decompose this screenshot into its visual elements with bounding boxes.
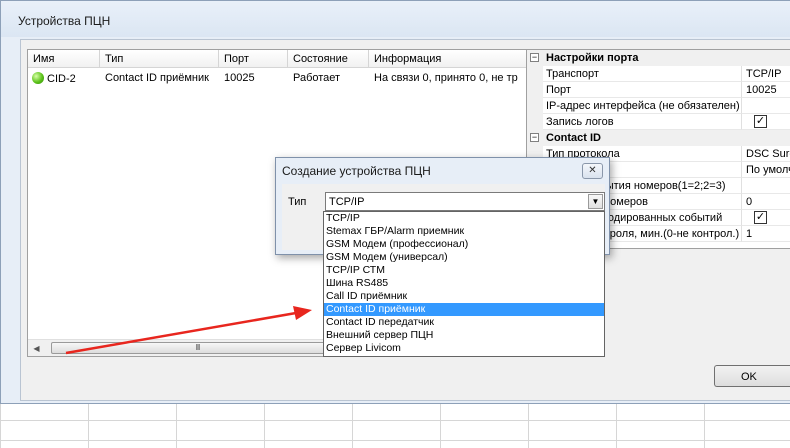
property-value[interactable]: DSC Sur-g bbox=[742, 146, 790, 162]
column-header-port[interactable]: Порт bbox=[219, 50, 288, 68]
column-header-name[interactable]: Имя bbox=[28, 50, 100, 68]
type-dropdown-list[interactable]: TCP/IP Stemax ГБР/Alarm приемник GSM Мод… bbox=[323, 211, 605, 357]
property-value: ✓ bbox=[742, 210, 790, 226]
log-checkbox[interactable]: ✓ bbox=[754, 115, 767, 128]
property-name: Порт bbox=[543, 82, 742, 98]
property-value[interactable] bbox=[742, 178, 790, 194]
cell-port: 10025 bbox=[224, 72, 255, 84]
column-header-type[interactable]: Тип bbox=[100, 50, 219, 68]
property-name: IP-адрес интерфейса (не обязателен) bbox=[543, 98, 742, 114]
category-title: Contact ID bbox=[543, 130, 790, 146]
property-row[interactable]: Транспорт TCP/IP bbox=[527, 66, 790, 82]
chevron-down-icon[interactable]: ▼ bbox=[588, 194, 603, 209]
cell-info: На связи 0, принято 0, не тр bbox=[374, 72, 518, 84]
property-row[interactable]: Порт 10025 bbox=[527, 82, 790, 98]
dropdown-item-contact-id-transmitter[interactable]: Contact ID передатчик bbox=[324, 316, 604, 329]
dropdown-item-contact-id-receiver[interactable]: Contact ID приёмник bbox=[324, 303, 604, 316]
property-value[interactable]: 0 bbox=[742, 194, 790, 210]
dropdown-item-livicom[interactable]: Сервер Livicom bbox=[324, 342, 604, 355]
dropdown-item-gsm-universal[interactable]: GSM Модем (универсал) bbox=[324, 251, 604, 264]
cell-type: Contact ID приёмник bbox=[105, 72, 209, 84]
property-value[interactable] bbox=[742, 98, 790, 114]
property-value: ✓ bbox=[742, 114, 790, 130]
category-port-settings[interactable]: − Настройки порта bbox=[527, 50, 790, 66]
dropdown-item-stemax[interactable]: Stemax ГБР/Alarm приемник bbox=[324, 225, 604, 238]
close-icon[interactable]: ✕ bbox=[582, 163, 603, 179]
property-name: Запись логов bbox=[543, 114, 742, 130]
status-ok-icon bbox=[32, 72, 44, 84]
scroll-left-icon[interactable]: ◀ bbox=[28, 340, 45, 356]
device-name: CID-2 bbox=[47, 73, 76, 85]
dialog-title: Создание устройства ПЦН bbox=[282, 164, 431, 178]
collapse-icon[interactable]: − bbox=[530, 133, 539, 142]
dropdown-item-tcpip-stm[interactable]: TCP/IP СТМ bbox=[324, 264, 604, 277]
property-value[interactable]: 10025 bbox=[742, 82, 790, 98]
category-contact-id[interactable]: − Contact ID bbox=[527, 130, 790, 146]
decoded-events-checkbox[interactable]: ✓ bbox=[754, 211, 767, 224]
type-select[interactable]: TCP/IP ▼ bbox=[325, 192, 605, 211]
dropdown-item-call-id[interactable]: Call ID приёмник bbox=[324, 290, 604, 303]
property-row[interactable]: Запись логов ✓ bbox=[527, 114, 790, 130]
type-label: Тип bbox=[288, 196, 307, 208]
type-select-value: TCP/IP bbox=[329, 196, 365, 208]
dropdown-item-rs485[interactable]: Шина RS485 bbox=[324, 277, 604, 290]
property-value[interactable]: TCP/IP bbox=[742, 66, 790, 82]
property-value[interactable]: По умолч bbox=[742, 162, 790, 178]
column-header-state[interactable]: Состояние bbox=[288, 50, 369, 68]
property-value[interactable]: 1 bbox=[742, 226, 790, 242]
property-row[interactable]: IP-адрес интерфейса (не обязателен) bbox=[527, 98, 790, 114]
column-header-info[interactable]: Информация bbox=[369, 50, 540, 68]
dropdown-item-tcpip[interactable]: TCP/IP bbox=[324, 212, 604, 225]
window-title: Устройства ПЦН bbox=[1, 1, 790, 37]
dropdown-item-gsm-pro[interactable]: GSM Модем (профессионал) bbox=[324, 238, 604, 251]
collapse-icon[interactable]: − bbox=[530, 53, 539, 62]
category-title: Настройки порта bbox=[543, 50, 790, 66]
ok-button[interactable]: OK bbox=[714, 365, 790, 387]
cell-state: Работает bbox=[293, 72, 341, 84]
cell-name: CID-2 bbox=[28, 68, 100, 87]
scroll-thumb[interactable]: III bbox=[51, 342, 344, 354]
dropdown-item-external-server[interactable]: Внешний сервер ПЦН bbox=[324, 329, 604, 342]
property-name: Транспорт bbox=[543, 66, 742, 82]
